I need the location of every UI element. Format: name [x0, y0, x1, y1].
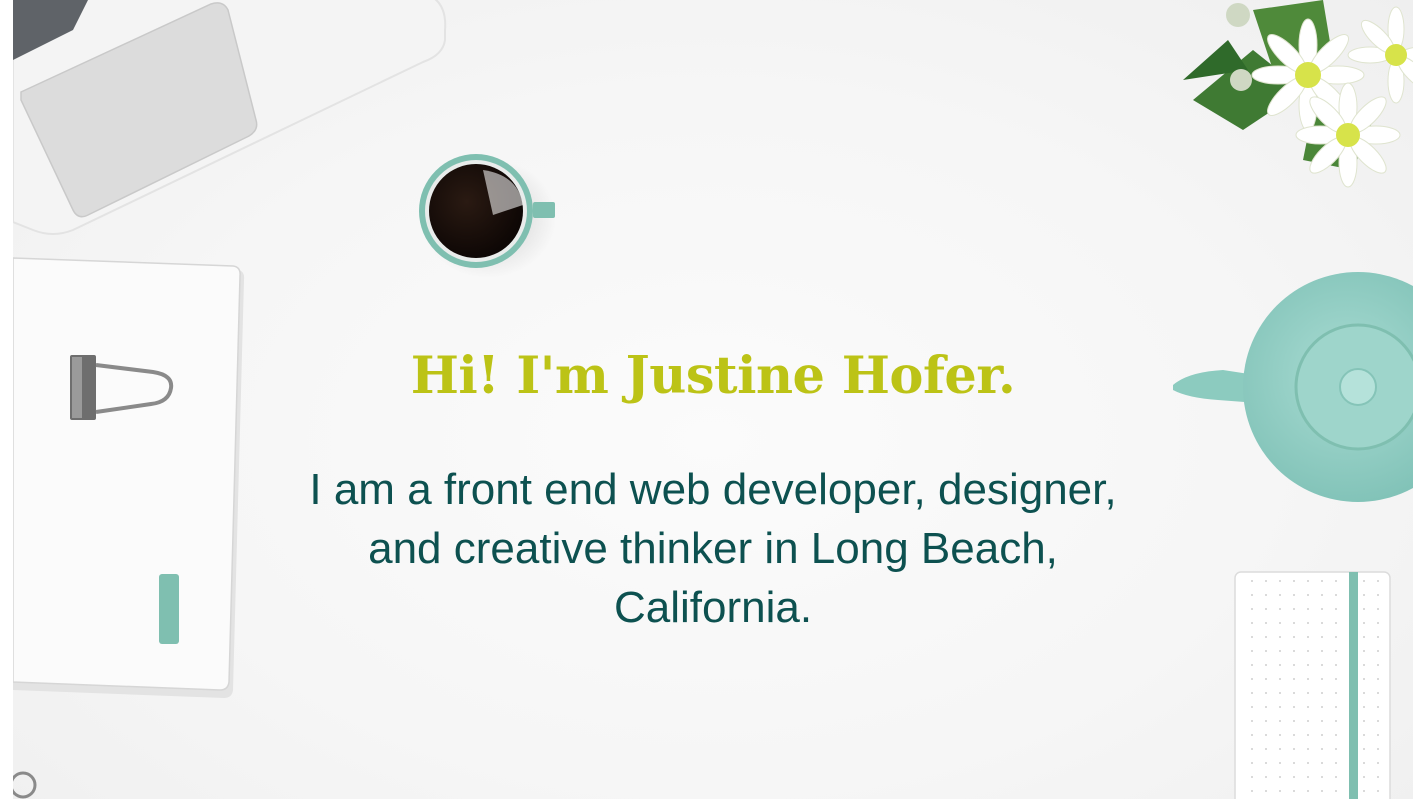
notebook-clip-icon	[13, 257, 245, 698]
left-margin	[0, 0, 13, 799]
flowers-icon	[1183, 0, 1413, 188]
laptop-icon	[13, 0, 447, 235]
hero-section: Hi! I'm Justine Hofer. I am a front end …	[13, 0, 1413, 799]
ring-clip-icon	[13, 771, 37, 799]
page: Hi! I'm Justine Hofer. I am a front end …	[0, 0, 1425, 799]
intro-text: I am a front end web developer, designer…	[309, 465, 1117, 632]
coffee-cup-icon	[419, 154, 556, 278]
right-margin	[1413, 0, 1425, 799]
dotted-notebook-icon	[1234, 571, 1391, 799]
page-title: Hi! I'm Justine Hofer.	[410, 346, 1016, 406]
